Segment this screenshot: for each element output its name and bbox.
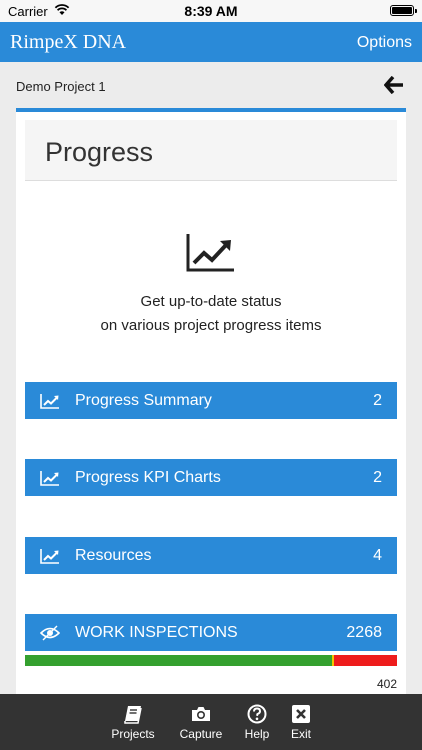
help-icon	[247, 704, 267, 724]
chart-line-icon	[40, 471, 59, 486]
menu-item-label: Progress KPI Charts	[75, 469, 221, 486]
eye-icon	[40, 625, 60, 641]
bottom-tab-bar: Projects Capture Help Exit	[0, 694, 422, 750]
camera-icon	[192, 707, 210, 721]
progress-segment-open	[334, 655, 397, 666]
options-button[interactable]: Options	[357, 34, 412, 52]
inspection-open-count: 402	[376, 677, 397, 691]
menu-item-label: Resources	[75, 547, 152, 564]
menu-item-resources[interactable]: Resources 4	[25, 537, 397, 574]
menu-item-progress-kpi-charts[interactable]: Progress KPI Charts 2	[25, 459, 397, 496]
book-icon	[124, 706, 142, 724]
menu-item-progress-summary[interactable]: Progress Summary 2	[25, 382, 397, 419]
app-title: RimpeX DNA	[10, 31, 127, 53]
menu-item-count: 2	[373, 469, 382, 486]
chart-line-icon	[40, 549, 59, 564]
menu-item-work-inspections[interactable]: WORK INSPECTIONS 2268	[25, 614, 397, 651]
hero-line-1: Get up-to-date status	[140, 293, 282, 310]
inspection-progress-bar	[25, 655, 397, 666]
battery-icon	[390, 5, 417, 16]
menu-item-count: 2	[373, 392, 382, 409]
project-name: Demo Project 1	[16, 79, 106, 94]
chart-line-icon	[40, 394, 59, 409]
tab-label: Exit	[290, 727, 311, 741]
chart-line-icon	[186, 234, 234, 272]
hero-description: Get up-to-date status on various project…	[16, 290, 406, 338]
tab-label: Projects	[111, 727, 155, 741]
app-header: RimpeX DNA Options	[0, 22, 422, 62]
card-header: Progress	[25, 120, 397, 181]
menu-item-label: Progress Summary	[75, 392, 212, 409]
tab-label: Capture	[179, 727, 223, 741]
project-bar: Demo Project 1	[0, 62, 422, 108]
close-icon	[292, 705, 310, 723]
menu-item-count: 4	[373, 547, 382, 564]
tab-help[interactable]: Help	[240, 704, 274, 741]
tab-exit[interactable]: Exit	[286, 704, 316, 741]
tab-capture[interactable]: Capture	[174, 704, 228, 741]
menu-item-count: 2268	[346, 624, 382, 641]
status-bar: Carrier 8:39 AM	[0, 0, 422, 22]
tab-projects[interactable]: Projects	[108, 704, 158, 741]
arrow-left-icon[interactable]	[384, 76, 404, 94]
tab-label: Help	[244, 727, 270, 741]
progress-card: Progress Get up-to-date status on variou…	[16, 108, 406, 694]
progress-segment-complete	[25, 655, 332, 666]
page-title: Progress	[45, 137, 154, 167]
clock: 8:39 AM	[184, 3, 238, 19]
hero-line-2: on various project progress items	[100, 317, 322, 334]
menu-item-label: WORK INSPECTIONS	[75, 624, 238, 641]
